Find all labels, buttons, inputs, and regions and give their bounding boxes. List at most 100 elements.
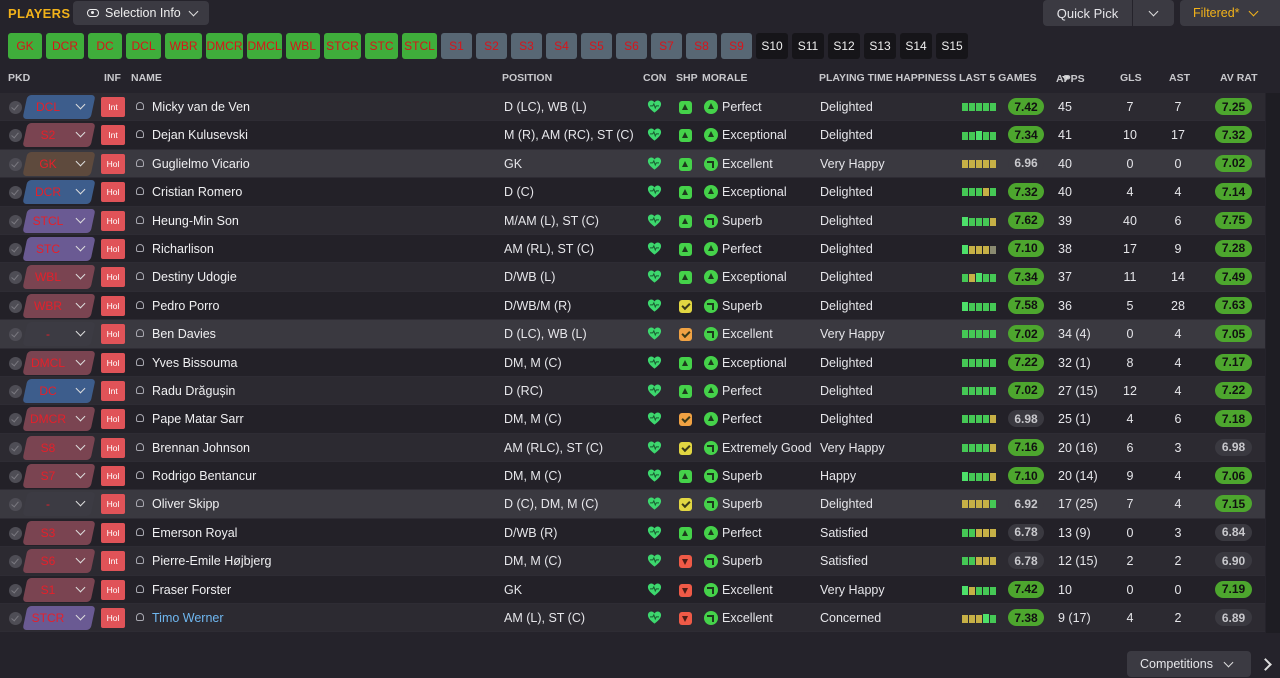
picked-checkbox[interactable] xyxy=(9,101,22,114)
info-badge[interactable]: Hol xyxy=(101,238,125,259)
table-row[interactable]: GK Hol Guglielmo Vicario GK Excellent Very Ha… xyxy=(0,149,1265,179)
position-selector[interactable]: DMCL xyxy=(22,350,96,375)
info-badge[interactable]: Hol xyxy=(101,466,125,487)
position-selector[interactable]: WBL xyxy=(22,265,96,290)
position-chip[interactable]: WBR xyxy=(165,33,202,59)
position-chip[interactable]: DC xyxy=(88,33,122,59)
player-name[interactable]: Radu Drăgușin xyxy=(152,384,235,398)
col-av-rat[interactable]: AV RAT xyxy=(1220,72,1258,84)
position-chip[interactable]: S1 xyxy=(441,33,472,59)
player-name[interactable]: Yves Bissouma xyxy=(152,356,237,370)
info-badge[interactable]: Hol xyxy=(101,579,125,600)
picked-checkbox[interactable] xyxy=(9,242,22,256)
position-selector[interactable]: WBR xyxy=(22,293,96,318)
position-chip[interactable]: S9 xyxy=(721,33,752,59)
player-name[interactable]: Fraser Forster xyxy=(152,583,231,597)
position-selector[interactable]: - xyxy=(22,492,96,517)
picked-checkbox[interactable] xyxy=(9,583,22,597)
picked-checkbox[interactable] xyxy=(9,129,22,143)
player-name[interactable]: Dejan Kulusevski xyxy=(152,128,248,142)
picked-checkbox[interactable] xyxy=(9,612,22,626)
col-inf[interactable]: INF xyxy=(104,72,121,84)
col-ast[interactable]: AST xyxy=(1169,72,1190,84)
player-name[interactable]: Pierre-Emile Højbjerg xyxy=(152,554,271,568)
position-chip[interactable]: DCL xyxy=(126,33,161,59)
info-badge[interactable]: Int xyxy=(101,380,125,401)
table-row[interactable]: STCL Hol Heung-Min Son M/AM (L), ST (C) Supe… xyxy=(0,206,1265,235)
picked-checkbox[interactable] xyxy=(9,328,22,342)
col-pkd[interactable]: PKD xyxy=(8,72,30,84)
player-name[interactable]: Timo Werner xyxy=(152,611,224,625)
picked-checkbox[interactable] xyxy=(9,157,22,171)
picked-checkbox[interactable] xyxy=(9,384,22,398)
player-name[interactable]: Oliver Skipp xyxy=(152,497,219,511)
info-badge[interactable]: Hol xyxy=(101,608,125,629)
position-chip[interactable]: S5 xyxy=(581,33,612,59)
table-row[interactable]: S8 Hol Brennan Johnson AM (RLC), ST (C) Extr… xyxy=(0,433,1265,463)
position-selector[interactable]: STCL xyxy=(22,208,96,233)
info-badge[interactable]: Int xyxy=(101,97,125,117)
position-selector[interactable]: S3 xyxy=(22,520,96,545)
competitions-dropdown[interactable]: Competitions xyxy=(1127,651,1251,677)
info-badge[interactable]: Hol xyxy=(101,295,125,316)
position-chip[interactable]: STCL xyxy=(402,33,437,59)
player-name[interactable]: Richarlison xyxy=(152,242,214,256)
table-row[interactable]: - Hol Ben Davies D (LC), WB (L) Excellent Ver… xyxy=(0,320,1265,349)
player-name[interactable]: Pedro Porro xyxy=(152,299,219,313)
position-chip[interactable]: DCR xyxy=(46,33,84,59)
position-selector[interactable]: DCR xyxy=(22,180,96,205)
position-chip[interactable]: S15 xyxy=(936,33,968,59)
position-selector[interactable]: DC xyxy=(22,378,96,403)
filtered-dropdown[interactable]: Filtered* xyxy=(1180,0,1280,26)
position-selector[interactable]: S1 xyxy=(22,577,96,602)
table-row[interactable]: DCL Int Micky van de Ven D (LC), WB (L) Perf… xyxy=(0,93,1265,122)
picked-checkbox[interactable] xyxy=(9,526,22,540)
col-shp[interactable]: SHP xyxy=(676,72,698,84)
quick-pick-button[interactable]: Quick Pick xyxy=(1043,0,1132,26)
picked-checkbox[interactable] xyxy=(9,356,22,370)
info-badge[interactable]: Hol xyxy=(101,324,125,345)
position-chip[interactable]: S10 xyxy=(756,33,788,59)
position-chip[interactable]: S12 xyxy=(828,33,860,59)
quick-pick-dropdown[interactable] xyxy=(1133,0,1174,26)
picked-checkbox[interactable] xyxy=(9,271,22,285)
col-position[interactable]: POSITION xyxy=(502,72,552,84)
info-badge[interactable]: Hol xyxy=(101,267,125,288)
col-name[interactable]: NAME xyxy=(131,72,162,84)
player-name[interactable]: Cristian Romero xyxy=(152,185,242,199)
table-row[interactable]: S6 Int Pierre-Emile Højbjerg DM, M (C) Super… xyxy=(0,547,1265,576)
info-badge[interactable]: Hol xyxy=(101,182,125,203)
info-badge[interactable]: Hol xyxy=(101,437,125,458)
chevron-right-icon[interactable] xyxy=(1259,658,1272,671)
table-row[interactable]: STC Hol Richarlison AM (RL), ST (C) Perfect D… xyxy=(0,234,1265,264)
info-badge[interactable]: Hol xyxy=(101,352,125,373)
col-last-5-games[interactable]: LAST 5 GAMES xyxy=(959,72,1037,84)
position-selector[interactable]: S7 xyxy=(22,464,96,489)
selection-info-button[interactable]: Selection Info xyxy=(73,1,209,25)
info-badge[interactable]: Hol xyxy=(101,210,125,231)
scrollbar-track[interactable] xyxy=(1266,93,1280,633)
position-chip[interactable]: STC xyxy=(365,33,398,59)
position-selector[interactable]: - xyxy=(22,322,96,347)
position-selector[interactable]: DCL xyxy=(22,95,96,119)
col-gls[interactable]: GLS xyxy=(1120,72,1142,84)
position-chip[interactable]: DMCL xyxy=(247,33,282,59)
player-name[interactable]: Micky van de Ven xyxy=(152,100,250,114)
player-name[interactable]: Emerson Royal xyxy=(152,526,237,540)
position-chip[interactable]: STCR xyxy=(324,33,361,59)
position-selector[interactable]: S8 xyxy=(22,435,96,460)
info-badge[interactable]: Hol xyxy=(101,522,125,543)
picked-checkbox[interactable] xyxy=(9,413,22,427)
player-name[interactable]: Heung-Min Son xyxy=(152,214,239,228)
table-row[interactable]: S2 Int Dejan Kulusevski M (R), AM (RC), ST … xyxy=(0,121,1265,150)
position-chip[interactable]: S14 xyxy=(900,33,932,59)
info-badge[interactable]: Int xyxy=(101,125,125,146)
table-row[interactable]: S1 Hol Fraser Forster GK Excellent Very Happy… xyxy=(0,575,1265,605)
info-badge[interactable]: Hol xyxy=(101,494,125,515)
col-apps[interactable]: APPS xyxy=(1056,72,1085,85)
position-selector[interactable]: DMCR xyxy=(22,407,96,432)
position-selector[interactable]: S2 xyxy=(22,123,96,148)
position-chip[interactable]: S8 xyxy=(686,33,717,59)
position-chip[interactable]: S13 xyxy=(864,33,896,59)
picked-checkbox[interactable] xyxy=(9,470,22,484)
